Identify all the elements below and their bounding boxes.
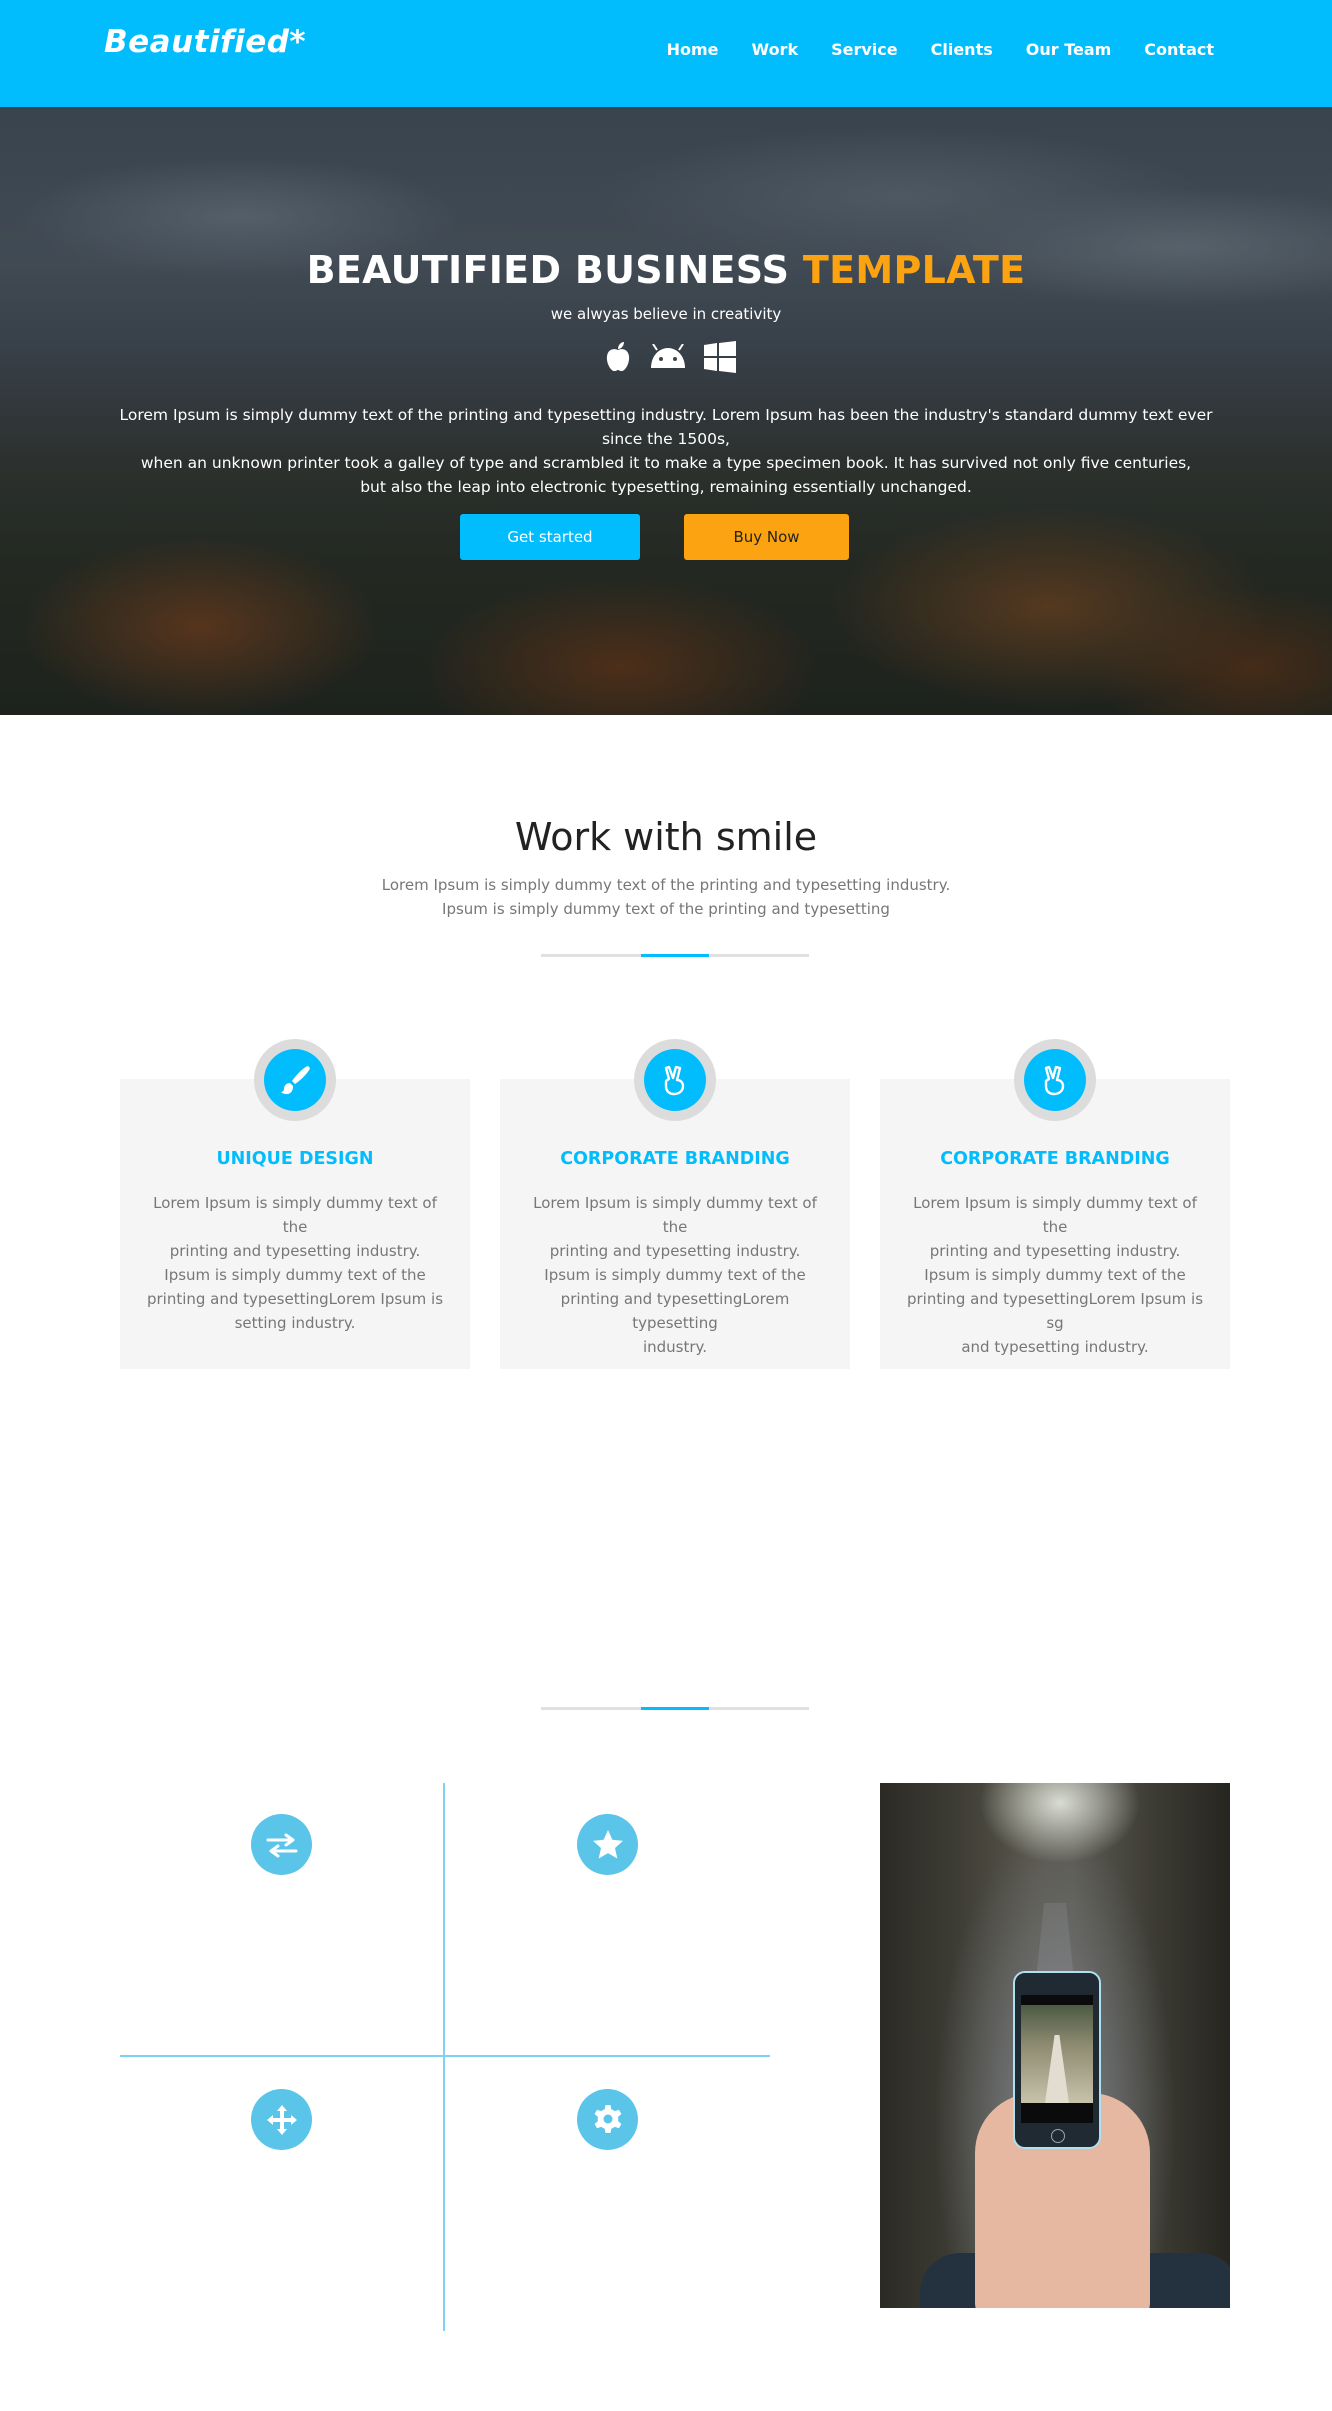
service-card-unique-design: UNIQUE DESIGN Lorem Ipsum is simply dumm… xyxy=(120,1039,470,1369)
gear-icon xyxy=(577,2089,638,2150)
card-text-line: printing and typesettingLorem typesettin… xyxy=(560,1290,790,1332)
card-text-line: printing and typesetting industry. xyxy=(169,1242,421,1260)
phone-home-button xyxy=(1051,2129,1065,2143)
card-text-line: printing and typesettingLorem Ipsum is xyxy=(146,1290,444,1308)
service-card-corporate-branding-2: CORPORATE BRANDING Lorem Ipsum is simply… xyxy=(880,1039,1230,1369)
phone-screen xyxy=(1021,1995,1093,2123)
card-text-line: Ipsum is simply dummy text of the xyxy=(924,1266,1186,1284)
grid-horizontal-line xyxy=(120,2055,770,2057)
divider-accent xyxy=(641,1707,709,1710)
hero-subtitle: we alwyas believe in creativity xyxy=(550,305,782,323)
card-text: Lorem Ipsum is simply dummy text of the … xyxy=(900,1191,1210,1359)
move-arrows-icon xyxy=(251,2089,312,2150)
card-title: CORPORATE BRANDING xyxy=(940,1149,1170,1169)
brand-logo[interactable]: Beautified* xyxy=(104,24,306,60)
buy-now-button[interactable]: Buy Now xyxy=(684,514,849,560)
card-text-line: industry. xyxy=(642,1338,708,1356)
nav-service[interactable]: Service xyxy=(831,40,898,59)
card-icon-badge xyxy=(1014,1039,1096,1121)
get-started-button[interactable]: Get started xyxy=(460,514,640,560)
peace-hand-icon xyxy=(1024,1049,1086,1111)
card-text-line: printing and typesetting industry. xyxy=(929,1242,1181,1260)
phone-screen-path xyxy=(1045,2035,1069,2103)
section-subtitle-line: Lorem Ipsum is simply dummy text of the … xyxy=(381,876,951,894)
nav-home[interactable]: Home xyxy=(667,40,719,59)
hero-description: Lorem Ipsum is simply dummy text of the … xyxy=(110,403,1222,499)
nav-work[interactable]: Work xyxy=(751,40,798,59)
card-text-line: Lorem Ipsum is simply dummy text of the xyxy=(533,1194,817,1236)
star-icon xyxy=(577,1814,638,1875)
card-icon-badge xyxy=(254,1039,336,1121)
hero-banner: BEAUTIFIED BUSINESS TEMPLATE we alwyas b… xyxy=(0,107,1332,715)
hero-title-accent: TEMPLATE xyxy=(802,248,1026,292)
card-title: CORPORATE BRANDING xyxy=(560,1149,790,1169)
card-text-line: Lorem Ipsum is simply dummy text of the xyxy=(913,1194,1197,1236)
nav-contact[interactable]: Contact xyxy=(1144,40,1214,59)
hero-title: BEAUTIFIED BUSINESS TEMPLATE xyxy=(0,248,1332,292)
hero-text-line: but also the leap into electronic typese… xyxy=(360,478,972,496)
card-text-line: printing and typesetting industry. xyxy=(549,1242,801,1260)
card-icon-badge xyxy=(634,1039,716,1121)
card-text: Lorem Ipsum is simply dummy text of the … xyxy=(140,1191,450,1335)
divider-accent xyxy=(641,954,709,957)
hero-text-line: when an unknown printer took a galley of… xyxy=(140,454,1192,472)
hero-text-line: Lorem Ipsum is simply dummy text of the … xyxy=(119,406,1213,448)
nav-clients[interactable]: Clients xyxy=(931,40,993,59)
top-navbar: Beautified* Home Work Service Clients Ou… xyxy=(0,0,1332,107)
section-divider xyxy=(541,954,809,957)
hand-holding-phone-photo xyxy=(880,1783,1230,2308)
section-divider xyxy=(541,1707,809,1710)
card-text: Lorem Ipsum is simply dummy text of the … xyxy=(520,1191,830,1359)
section-subtitle-line: Ipsum is simply dummy text of the printi… xyxy=(442,900,890,918)
platform-icons xyxy=(604,341,736,377)
hero-title-main: BEAUTIFIED BUSINESS xyxy=(306,248,790,292)
card-title: UNIQUE DESIGN xyxy=(216,1149,374,1169)
section-subtitle: Lorem Ipsum is simply dummy text of the … xyxy=(0,873,1332,921)
card-text-line: Ipsum is simply dummy text of the xyxy=(544,1266,806,1284)
card-text-line: printing and typesettingLorem Ipsum is s… xyxy=(906,1290,1204,1332)
section-title: Work with smile xyxy=(514,815,818,859)
phone-screen-image xyxy=(1021,2005,1093,2103)
card-text-line: Lorem Ipsum is simply dummy text of the xyxy=(153,1194,437,1236)
card-text-line: and typesetting industry. xyxy=(961,1338,1149,1356)
photo-phone xyxy=(1013,1971,1101,2149)
apple-icon xyxy=(604,341,632,377)
service-card-corporate-branding: CORPORATE BRANDING Lorem Ipsum is simply… xyxy=(500,1039,850,1369)
peace-hand-icon xyxy=(644,1049,706,1111)
grid-vertical-line xyxy=(443,1783,445,2331)
card-text-line: Ipsum is simply dummy text of the xyxy=(164,1266,426,1284)
brush-icon xyxy=(264,1049,326,1111)
exchange-arrows-icon xyxy=(251,1814,312,1875)
android-icon xyxy=(648,343,688,374)
windows-icon xyxy=(704,341,736,377)
nav-our-team[interactable]: Our Team xyxy=(1026,40,1112,59)
card-text-line: setting industry. xyxy=(234,1314,356,1332)
main-nav: Home Work Service Clients Our Team Conta… xyxy=(634,40,1214,59)
